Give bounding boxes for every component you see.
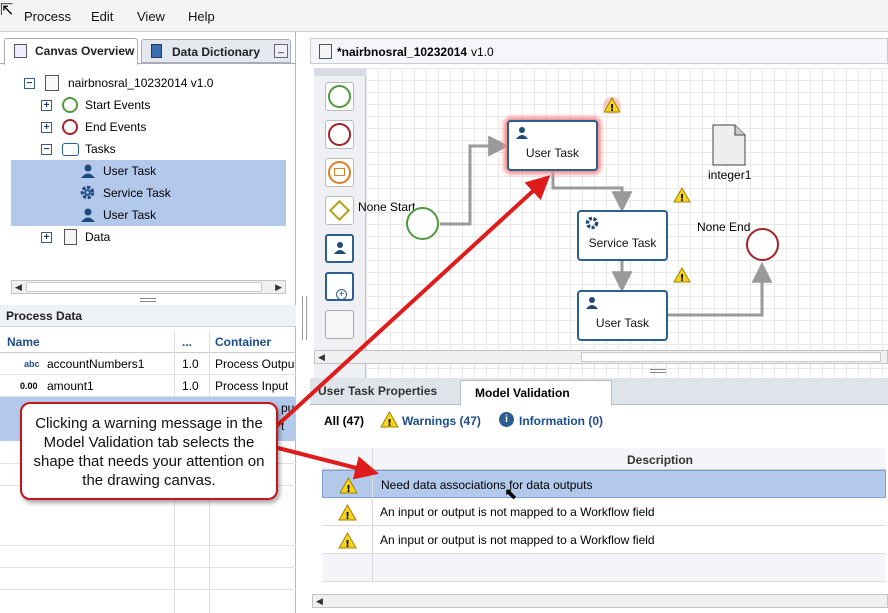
annotation-callout: Clicking a warning message in the Model …	[20, 402, 278, 500]
annotation-arrows	[268, 175, 551, 480]
callout-text: Clicking a warning message in the Model …	[33, 415, 265, 489]
